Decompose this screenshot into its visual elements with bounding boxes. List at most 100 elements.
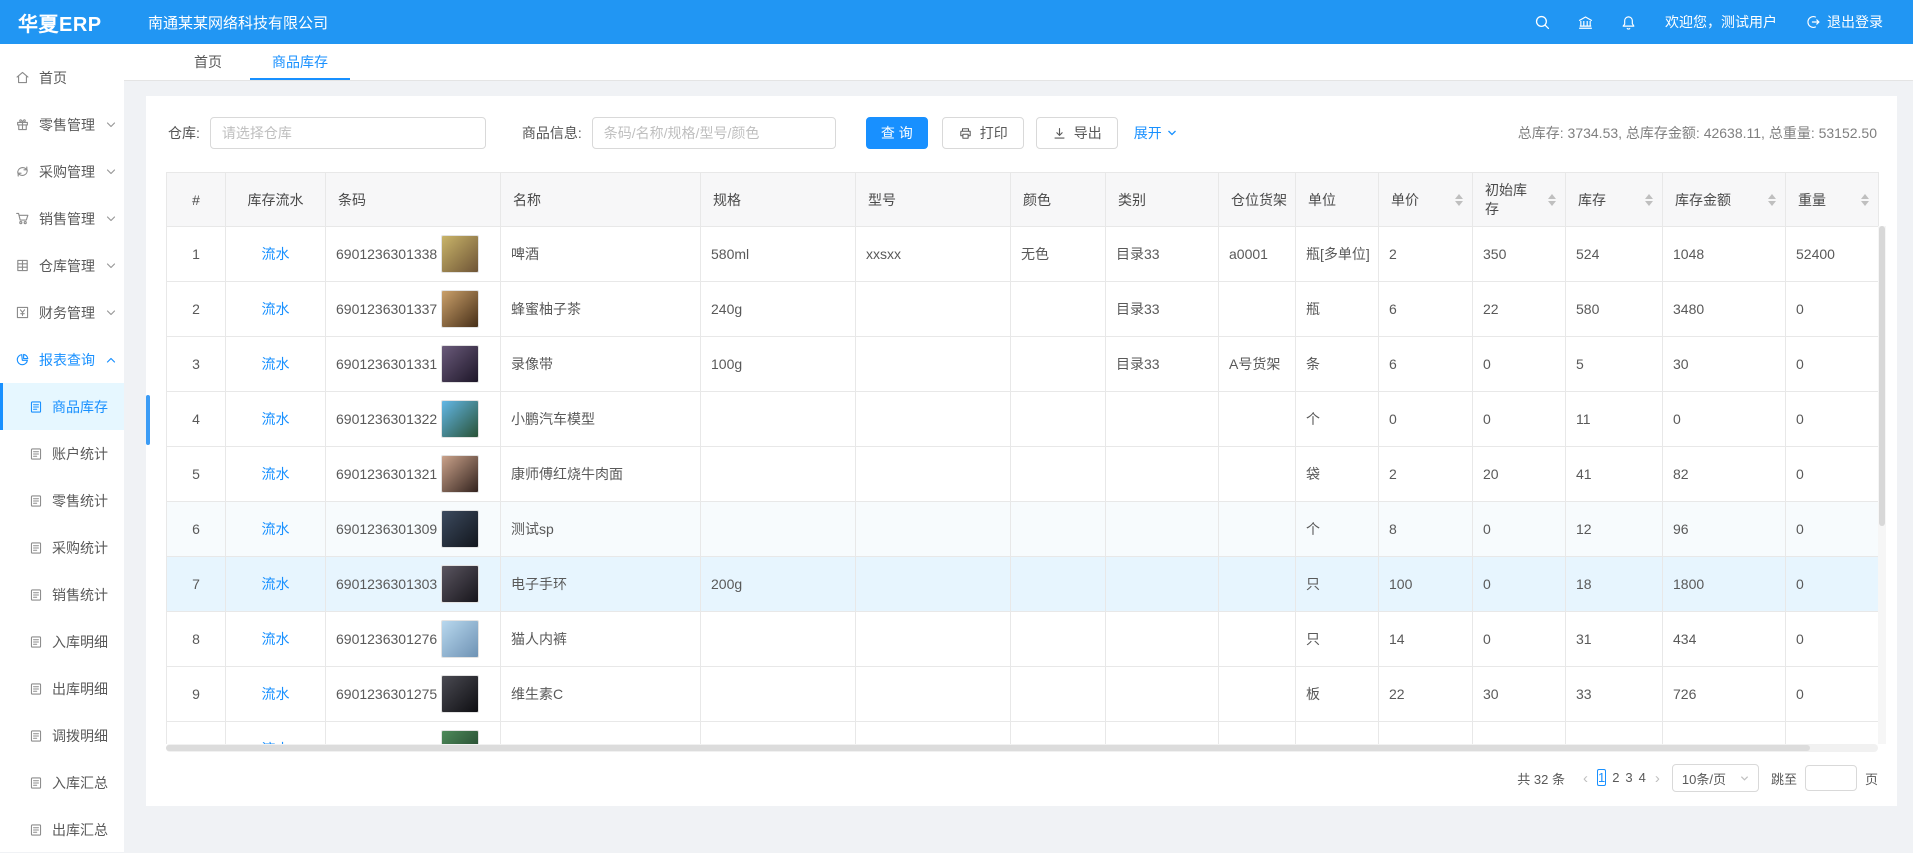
- next-page-icon[interactable]: ›: [1649, 770, 1666, 787]
- flow-link[interactable]: 流水: [262, 576, 290, 592]
- sidebar-item-finance[interactable]: 财务管理: [0, 289, 124, 336]
- export-button[interactable]: 导出: [1036, 117, 1118, 149]
- flow-link[interactable]: 流水: [262, 411, 290, 427]
- flow-link[interactable]: 流水: [262, 246, 290, 262]
- product-thumbnail[interactable]: [441, 565, 479, 603]
- sort-caret-icon[interactable]: [1768, 194, 1776, 206]
- finance-icon: [15, 305, 30, 320]
- table-row[interactable]: 3流水6901236301331录像带100g目录33A号货架条605300: [167, 337, 1879, 392]
- table-row[interactable]: 1流水6901236301338啤酒580mlxxsxx无色目录33a0001瓶…: [167, 227, 1879, 282]
- tab-inventory[interactable]: 商品库存: [250, 44, 350, 80]
- sort-caret-icon[interactable]: [1548, 194, 1556, 206]
- page-size-select[interactable]: 10条/页: [1672, 764, 1759, 792]
- platform-bank-icon[interactable]: [1577, 14, 1594, 31]
- horizontal-scrollbar[interactable]: [166, 744, 1878, 752]
- column-header-weight[interactable]: 重量: [1786, 173, 1879, 227]
- sidebar-item-warehouse[interactable]: 仓库管理: [0, 242, 124, 289]
- jump-page-input[interactable]: [1805, 765, 1857, 791]
- table-row[interactable]: 8流水6901236301276猫人内裤只140314340: [167, 612, 1879, 667]
- gift-icon: [15, 117, 30, 132]
- product-thumbnail[interactable]: [441, 345, 479, 383]
- sort-caret-icon[interactable]: [1455, 194, 1463, 206]
- scrollbar-thumb[interactable]: [146, 395, 150, 445]
- print-button[interactable]: 打印: [942, 117, 1024, 149]
- page-button-3[interactable]: 3: [1625, 770, 1632, 785]
- product-thumbnail[interactable]: [441, 400, 479, 438]
- sidebar-item-account-stats[interactable]: 账户统计: [0, 430, 124, 477]
- sidebar-item-retail[interactable]: 零售管理: [0, 101, 124, 148]
- sidebar-item-goods-stock[interactable]: 商品库存: [0, 383, 124, 430]
- sidebar-item-transfer-detail[interactable]: 调拨明细: [0, 712, 124, 759]
- page-button-4[interactable]: 4: [1639, 770, 1646, 785]
- table-row[interactable]: 9流水6901236301275维生素C板2230337260: [167, 667, 1879, 722]
- table-row[interactable]: 2流水6901236301337蜂蜜柚子茶240g目录33瓶6225803480…: [167, 282, 1879, 337]
- table-row[interactable]: 5流水6901236301321康师傅红烧牛肉面袋22041820: [167, 447, 1879, 502]
- horizontal-scrollbar-thumb[interactable]: [166, 745, 1810, 751]
- warehouse-select[interactable]: [210, 117, 486, 149]
- table-row[interactable]: 4流水6901236301322小鹏汽车模型个001100: [167, 392, 1879, 447]
- barcode-text: 6901236301331: [336, 356, 437, 372]
- cell-stock: 12: [1576, 521, 1592, 537]
- sidebar-item-home[interactable]: 首页: [0, 54, 124, 101]
- chevron-up-icon: [106, 355, 116, 365]
- table-row[interactable]: 10流水6901236301274: [167, 722, 1879, 745]
- sidebar-item-out-detail[interactable]: 出库明细: [0, 665, 124, 712]
- cell-spec: 580ml: [711, 246, 749, 262]
- sidebar-item-reports[interactable]: 报表查询: [0, 336, 124, 383]
- column-header-amount[interactable]: 库存金额: [1663, 173, 1786, 227]
- cell-stock: 31: [1576, 631, 1592, 647]
- total-count: 共 32 条: [1517, 769, 1565, 788]
- sidebar-item-sales-stats[interactable]: 销售统计: [0, 571, 124, 618]
- product-thumbnail[interactable]: [441, 290, 479, 328]
- flow-link[interactable]: 流水: [262, 686, 290, 702]
- flow-link[interactable]: 流水: [262, 356, 290, 372]
- flow-link[interactable]: 流水: [262, 521, 290, 537]
- column-header-label: 名称: [513, 191, 541, 209]
- sidebar-item-in-summary[interactable]: 入库汇总: [0, 759, 124, 806]
- sort-caret-icon[interactable]: [1645, 194, 1653, 206]
- product-thumbnail[interactable]: [441, 510, 479, 548]
- doc-icon: [29, 494, 43, 508]
- sidebar-item-label: 销售统计: [52, 585, 108, 605]
- cell-price: 0: [1389, 411, 1397, 427]
- logout-button[interactable]: 退出登录: [1805, 12, 1883, 32]
- cell-name: 蜂蜜柚子茶: [511, 301, 581, 317]
- search-icon[interactable]: [1534, 14, 1551, 31]
- column-header-stock[interactable]: 库存: [1566, 173, 1663, 227]
- sidebar-item-retail-stats[interactable]: 零售统计: [0, 477, 124, 524]
- sidebar-item-purchase[interactable]: 采购管理: [0, 148, 124, 195]
- product-info-input[interactable]: [592, 117, 836, 149]
- product-thumbnail[interactable]: [441, 675, 479, 713]
- table-row[interactable]: 7流水6901236301303电子手环200g只10001818000: [167, 557, 1879, 612]
- cell-price: 100: [1389, 576, 1412, 592]
- flow-link[interactable]: 流水: [262, 631, 290, 647]
- sidebar-item-out-summary[interactable]: 出库汇总: [0, 806, 124, 853]
- column-header-init_stock[interactable]: 初始库存: [1473, 173, 1566, 227]
- vertical-scrollbar-thumb[interactable]: [1879, 226, 1885, 526]
- product-thumbnail[interactable]: [441, 235, 479, 273]
- sidebar-item-sales[interactable]: 销售管理: [0, 195, 124, 242]
- cell-name: 小鹏汽车模型: [511, 411, 595, 427]
- cell-category: 目录33: [1116, 246, 1160, 262]
- column-header-price[interactable]: 单价: [1379, 173, 1473, 227]
- sort-caret-icon[interactable]: [1861, 194, 1869, 206]
- page-button-2[interactable]: 2: [1612, 770, 1619, 785]
- vertical-scrollbar[interactable]: [1878, 226, 1886, 744]
- sidebar-item-in-detail[interactable]: 入库明细: [0, 618, 124, 665]
- cell-name: 测试sp: [511, 521, 554, 537]
- app-logo[interactable]: 华夏ERP: [0, 8, 124, 37]
- flow-link[interactable]: 流水: [262, 466, 290, 482]
- table-row[interactable]: 6流水6901236301309测试sp个8012960: [167, 502, 1879, 557]
- tab-bar: 首页商品库存: [124, 44, 1913, 81]
- product-thumbnail[interactable]: [441, 730, 479, 744]
- bell-icon[interactable]: [1620, 14, 1637, 31]
- query-button[interactable]: 查 询: [866, 117, 928, 149]
- expand-toggle[interactable]: 展开: [1134, 123, 1177, 143]
- prev-page-icon[interactable]: ‹: [1577, 770, 1594, 787]
- product-thumbnail[interactable]: [441, 620, 479, 658]
- product-thumbnail[interactable]: [441, 455, 479, 493]
- tab-home[interactable]: 首页: [172, 44, 244, 80]
- page-button-1[interactable]: 1: [1597, 769, 1606, 786]
- sidebar-item-purchase-stats[interactable]: 采购统计: [0, 524, 124, 571]
- flow-link[interactable]: 流水: [262, 301, 290, 317]
